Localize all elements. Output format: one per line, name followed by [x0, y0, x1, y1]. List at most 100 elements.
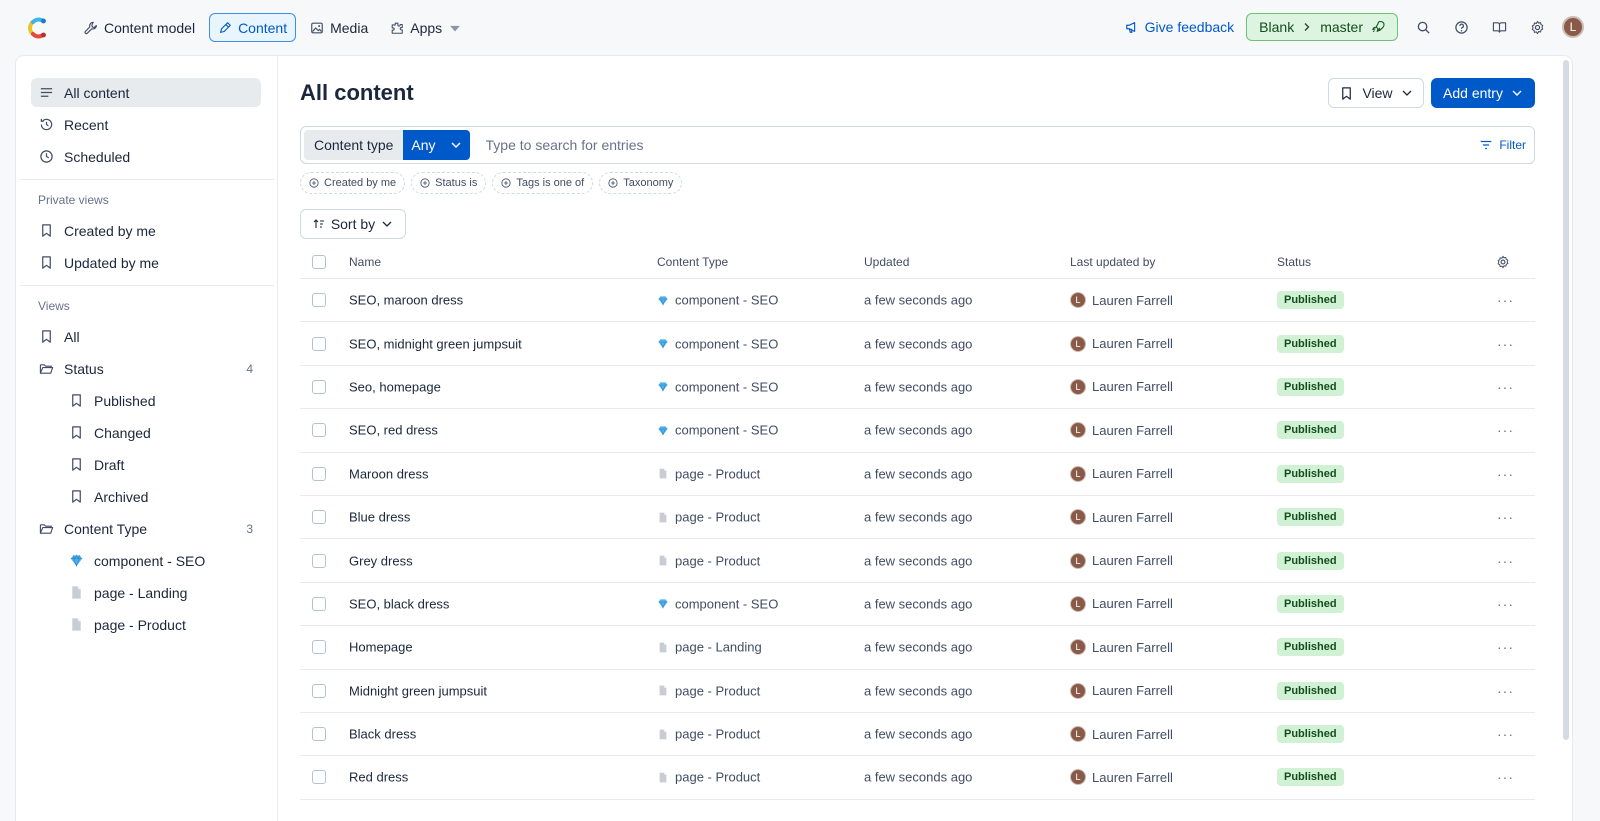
search-button[interactable]: [1410, 14, 1436, 40]
row-checkbox[interactable]: [312, 510, 326, 525]
table-row[interactable]: Seo, homepage component - SEO a few seco…: [300, 366, 1535, 410]
environment-switcher[interactable]: Blank master: [1246, 13, 1398, 41]
row-actions-button[interactable]: ···: [1497, 769, 1514, 785]
add-entry-button[interactable]: Add entry: [1431, 78, 1535, 108]
row-checkbox[interactable]: [312, 770, 326, 785]
select-all-checkbox[interactable]: [312, 254, 326, 269]
sidebar-item-page-product[interactable]: page - Product: [61, 610, 261, 639]
nav-apps[interactable]: Apps: [382, 13, 470, 42]
content-type-select[interactable]: Any: [403, 130, 470, 160]
row-actions-button[interactable]: ···: [1497, 466, 1514, 482]
table-row[interactable]: SEO, black dress component - SEO a few s…: [300, 583, 1535, 627]
sidebar-item-label: Draft: [94, 456, 125, 473]
sidebar-item-archived[interactable]: Archived: [61, 482, 261, 511]
row-actions-button[interactable]: ···: [1497, 422, 1514, 438]
entry-updated-by: L Lauren Farrell: [1070, 595, 1173, 612]
row-actions-button[interactable]: ···: [1497, 509, 1514, 525]
row-checkbox[interactable]: [312, 466, 326, 481]
chip-created-by-me[interactable]: Created by me: [300, 172, 406, 194]
entry-content-type: page - Product: [657, 510, 760, 525]
entry-name[interactable]: Homepage: [349, 640, 413, 655]
table-row[interactable]: SEO, maroon dress component - SEO a few …: [300, 279, 1535, 323]
sidebar-item-all-content[interactable]: All content: [31, 78, 261, 107]
row-actions-button[interactable]: ···: [1497, 336, 1514, 352]
sort-by-button[interactable]: Sort by: [300, 209, 406, 239]
row-actions-button[interactable]: ···: [1497, 726, 1514, 742]
sidebar-item-recent[interactable]: Recent: [31, 110, 261, 139]
sidebar-item-published[interactable]: Published: [61, 386, 261, 415]
table-row[interactable]: Homepage page - Landing a few seconds ag…: [300, 626, 1535, 670]
row-checkbox[interactable]: [312, 553, 326, 568]
nav-content[interactable]: Content: [209, 13, 297, 42]
table-row[interactable]: SEO, red dress component - SEO a few sec…: [300, 409, 1535, 453]
settings-button[interactable]: [1524, 14, 1550, 40]
sidebar-item-changed[interactable]: Changed: [61, 418, 261, 447]
view-button[interactable]: View: [1328, 78, 1424, 108]
filter-button[interactable]: Filter: [1479, 138, 1526, 152]
entry-name[interactable]: Seo, homepage: [349, 379, 441, 394]
table-row[interactable]: Grey dress page - Product a few seconds …: [300, 539, 1535, 583]
column-settings-button[interactable]: [1496, 255, 1510, 269]
entry-name[interactable]: SEO, midnight green jumpsuit: [349, 336, 522, 351]
entry-status: Published: [1277, 768, 1344, 787]
row-checkbox[interactable]: [312, 727, 326, 742]
entry-name[interactable]: SEO, maroon dress: [349, 293, 463, 308]
table-row[interactable]: Blue dress page - Product a few seconds …: [300, 496, 1535, 540]
row-actions-button[interactable]: ···: [1497, 553, 1514, 569]
row-actions-button[interactable]: ···: [1497, 292, 1514, 308]
table-row[interactable]: Maroon dress page - Product a few second…: [300, 453, 1535, 496]
table-row[interactable]: Black dress page - Product a few seconds…: [300, 713, 1535, 757]
sidebar-item-draft[interactable]: Draft: [61, 450, 261, 479]
column-header-name[interactable]: Name: [349, 255, 381, 269]
table-row[interactable]: Red dress page - Product a few seconds a…: [300, 756, 1535, 800]
author-avatar: L: [1070, 378, 1086, 395]
entry-name[interactable]: SEO, black dress: [349, 596, 449, 611]
sidebar-folder-status[interactable]: Status 4: [31, 354, 261, 383]
sidebar-folder-content-type[interactable]: Content Type 3: [31, 514, 261, 543]
row-actions-button[interactable]: ···: [1497, 683, 1514, 699]
chip-tags-is-one-of[interactable]: Tags is one of: [492, 172, 594, 194]
entry-name[interactable]: SEO, red dress: [349, 423, 438, 438]
row-checkbox[interactable]: [312, 423, 326, 438]
chip-status-is[interactable]: Status is: [411, 172, 487, 194]
row-actions-button[interactable]: ···: [1497, 596, 1514, 612]
entry-name[interactable]: Black dress: [349, 727, 416, 742]
row-checkbox[interactable]: [312, 293, 326, 308]
docs-button[interactable]: [1486, 14, 1512, 40]
table-row[interactable]: SEO, midnight green jumpsuit component -…: [300, 322, 1535, 366]
row-checkbox[interactable]: [312, 379, 326, 394]
sidebar-item-all[interactable]: All: [31, 322, 261, 351]
scrollbar[interactable]: [1562, 60, 1570, 817]
entry-status: Published: [1277, 334, 1344, 353]
search-input[interactable]: [485, 137, 1386, 153]
help-button[interactable]: [1448, 14, 1474, 40]
row-checkbox[interactable]: [312, 596, 326, 611]
row-checkbox[interactable]: [312, 683, 326, 698]
table-row[interactable]: Midnight green jumpsuit page - Product a…: [300, 670, 1535, 713]
give-feedback-link[interactable]: Give feedback: [1125, 19, 1234, 35]
chip-taxonomy[interactable]: Taxonomy: [599, 172, 683, 194]
row-checkbox[interactable]: [312, 640, 326, 655]
scrollbar-thumb[interactable]: [1563, 60, 1569, 740]
user-avatar[interactable]: L: [1562, 16, 1584, 38]
entry-name[interactable]: Midnight green jumpsuit: [349, 683, 487, 698]
sidebar-item-scheduled[interactable]: Scheduled: [31, 142, 261, 171]
nav-content-model[interactable]: Content model: [76, 13, 203, 42]
entry-name[interactable]: Grey dress: [349, 553, 413, 568]
column-header-status[interactable]: Status: [1277, 255, 1311, 269]
sidebar-item-created-by-me[interactable]: Created by me: [31, 216, 261, 245]
row-actions-button[interactable]: ···: [1497, 379, 1514, 395]
sidebar-item-component-seo[interactable]: component - SEO: [61, 546, 261, 575]
row-checkbox[interactable]: [312, 336, 326, 351]
entry-name[interactable]: Red dress: [349, 770, 408, 785]
contentful-logo-icon[interactable]: [24, 15, 50, 41]
sidebar-item-page-landing[interactable]: page - Landing: [61, 578, 261, 607]
entry-name[interactable]: Maroon dress: [349, 466, 428, 481]
column-header-last-updated-by[interactable]: Last updated by: [1070, 255, 1155, 269]
column-header-updated[interactable]: Updated: [864, 255, 909, 269]
nav-media[interactable]: Media: [302, 13, 376, 42]
sidebar-item-updated-by-me[interactable]: Updated by me: [31, 248, 261, 277]
column-header-content-type[interactable]: Content Type: [657, 255, 728, 269]
entry-name[interactable]: Blue dress: [349, 510, 410, 525]
row-actions-button[interactable]: ···: [1497, 639, 1514, 655]
